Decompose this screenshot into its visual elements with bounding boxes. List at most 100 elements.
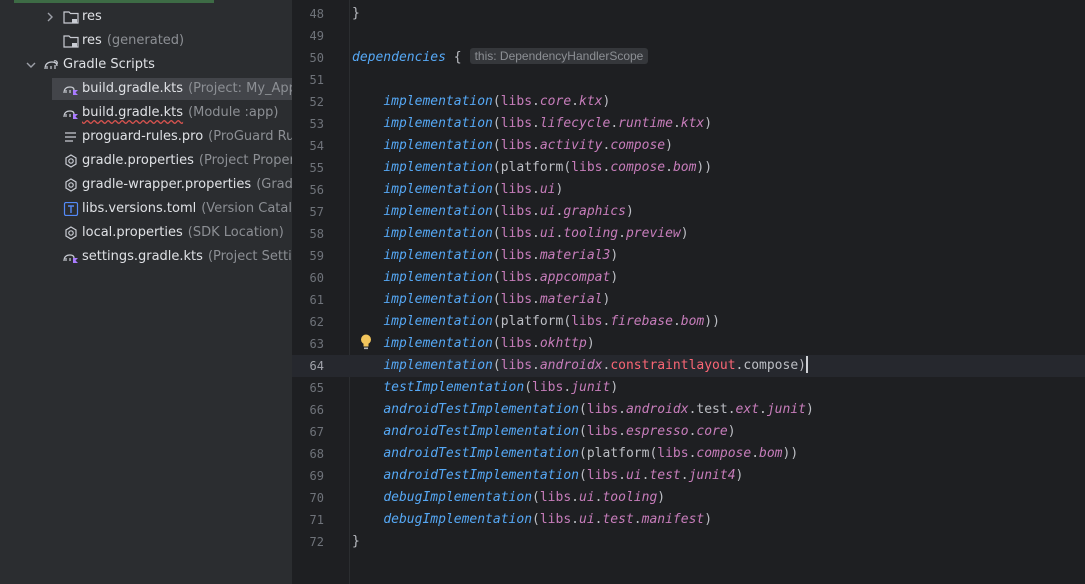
code-token: ( — [492, 270, 501, 285]
code-libs: libs — [500, 358, 533, 373]
code-function: implementation — [383, 292, 493, 307]
code-property: junit — [571, 380, 611, 395]
code-function: implementation — [383, 204, 493, 219]
chevron-down-icon[interactable] — [25, 59, 37, 71]
code-line[interactable]: implementation(libs.material) — [352, 289, 610, 311]
tree-item-res[interactable]: res — [0, 6, 292, 28]
code-line[interactable]: androidTestImplementation(libs.androidx.… — [352, 399, 814, 421]
code-function: debugImplementation — [383, 490, 533, 505]
code-token: ) — [610, 380, 619, 395]
gradle-kotlin-icon — [63, 86, 78, 95]
line-number: 65 — [309, 381, 324, 395]
code-line[interactable]: implementation(libs.okhttp) — [352, 333, 594, 355]
tree-item-build-gradle-module[interactable]: build.gradle.kts (Module :app) — [0, 102, 292, 124]
tree-item-proguard[interactable]: proguard-rules.pro (ProGuard Rul — [0, 126, 292, 148]
tree-item-libs-versions-toml[interactable]: libs.versions.toml (Version Catalo — [0, 198, 292, 220]
code-property: tooling — [602, 490, 658, 505]
code-token: ) — [625, 204, 634, 219]
tree-item-res-generated[interactable]: res (generated) — [0, 30, 292, 52]
code-function: implementation — [383, 138, 493, 153]
code-property: core — [696, 424, 728, 439]
code-property: okhttp — [539, 336, 587, 351]
code-libs: libs — [500, 270, 533, 285]
code-property: preview — [625, 226, 681, 241]
code-token: ( — [492, 182, 501, 197]
tree-item-hint: (Project Settin — [207, 249, 292, 264]
code-token: ( — [578, 446, 587, 461]
code-line[interactable]: implementation(libs.ui) — [352, 179, 563, 201]
code-property: material3 — [539, 248, 611, 263]
code-line[interactable]: implementation(libs.material3) — [352, 245, 618, 267]
code-token: ) — [790, 446, 799, 461]
code-line[interactable]: debugImplementation(libs.ui.tooling) — [352, 487, 665, 509]
code-libs: libs — [539, 490, 572, 505]
code-property: test — [602, 512, 634, 527]
code-token: . — [563, 380, 572, 395]
code-line[interactable]: debugImplementation(libs.ui.test.manifes… — [352, 509, 712, 531]
code-property: ktx — [579, 94, 603, 109]
tree-item-local-properties[interactable]: local.properties (SDK Location) — [0, 222, 292, 244]
tree-item-gradle-scripts[interactable]: Gradle Scripts — [0, 54, 292, 76]
code-function: implementation — [383, 226, 493, 241]
code-property: ui — [579, 490, 595, 505]
code-line[interactable]: testImplementation(libs.junit) — [352, 377, 618, 399]
code-token: ) — [610, 248, 619, 263]
code-function: implementation — [383, 160, 493, 175]
text-caret — [806, 356, 808, 373]
code-token: . — [571, 94, 579, 109]
code-line[interactable]: implementation(libs.core.ktx) — [352, 91, 610, 113]
code-token: . — [672, 116, 681, 131]
code-libs: libs — [500, 336, 533, 351]
code-libs: libs — [500, 226, 533, 241]
tree-item-settings-gradle[interactable]: settings.gradle.kts (Project Settin — [0, 246, 292, 268]
tree-item-build-gradle-project[interactable]: build.gradle.kts (Project: My_Appl — [52, 78, 292, 100]
line-number: 72 — [309, 535, 324, 549]
code-token: . — [532, 358, 540, 373]
tree-item-hint: (Module :app) — [188, 105, 279, 120]
code-line[interactable]: androidTestImplementation(libs.ui.test.j… — [352, 465, 743, 487]
tree-item-gradle-wrapper-properties[interactable]: gradle-wrapper.properties (Gradle — [0, 174, 292, 196]
code-line[interactable]: implementation(libs.lifecycle.runtime.kt… — [352, 113, 712, 135]
code-line[interactable]: androidTestImplementation(libs.espresso.… — [352, 421, 735, 443]
code-line[interactable]: implementation(libs.ui.tooling.preview) — [352, 223, 689, 245]
chevron-right-icon[interactable] — [44, 11, 56, 23]
tree-item-label: gradle.properties — [82, 153, 194, 168]
code-line[interactable]: implementation(platform(libs.firebase.bo… — [352, 311, 720, 333]
tree-scroll-indicator — [14, 0, 214, 3]
code-line-current[interactable]: implementation(libs.androidx.constraintl… — [352, 355, 808, 377]
tree-item-hint: (generated) — [106, 33, 185, 48]
code-token: ) — [735, 468, 744, 483]
code-property: firebase — [610, 314, 673, 329]
code-token: ) — [602, 292, 611, 307]
tree-item-hint: (Project: My_Appl — [188, 81, 292, 96]
code-line[interactable]: } — [352, 3, 360, 25]
code-token: . — [751, 446, 760, 461]
code-line[interactable]: implementation(libs.activity.compose) — [352, 135, 673, 157]
code-function: debugImplementation — [383, 512, 533, 527]
code-line[interactable]: implementation(libs.ui.graphics) — [352, 201, 634, 223]
code-token: ) — [555, 182, 564, 197]
code-token: ) — [712, 314, 720, 329]
code-property: espresso — [625, 424, 689, 439]
code-libs: libs — [657, 446, 689, 461]
code-token: ) — [680, 226, 689, 241]
line-number: 59 — [309, 249, 324, 263]
code-line[interactable]: implementation(libs.appcompat) — [352, 267, 618, 289]
code-line[interactable]: } — [352, 531, 360, 553]
code-token: ( — [578, 424, 587, 439]
tree-item-gradle-properties[interactable]: gradle.properties (Project Propert — [0, 150, 292, 172]
code-token: ( — [492, 292, 501, 307]
code-function: implementation — [383, 248, 493, 263]
code-libs: libs — [500, 138, 533, 153]
code-property: ui — [579, 512, 595, 527]
tree-item-label: res — [82, 33, 102, 48]
code-line[interactable]: dependencies {this: DependencyHandlerSco… — [352, 47, 649, 69]
code-line[interactable]: androidTestImplementation(platform(libs.… — [352, 443, 798, 465]
code-property: tooling — [563, 226, 619, 241]
code-line[interactable]: implementation(platform(libs.compose.bom… — [352, 157, 712, 179]
code-property: test — [649, 468, 681, 483]
tree-item-label: build.gradle.kts — [82, 105, 184, 120]
